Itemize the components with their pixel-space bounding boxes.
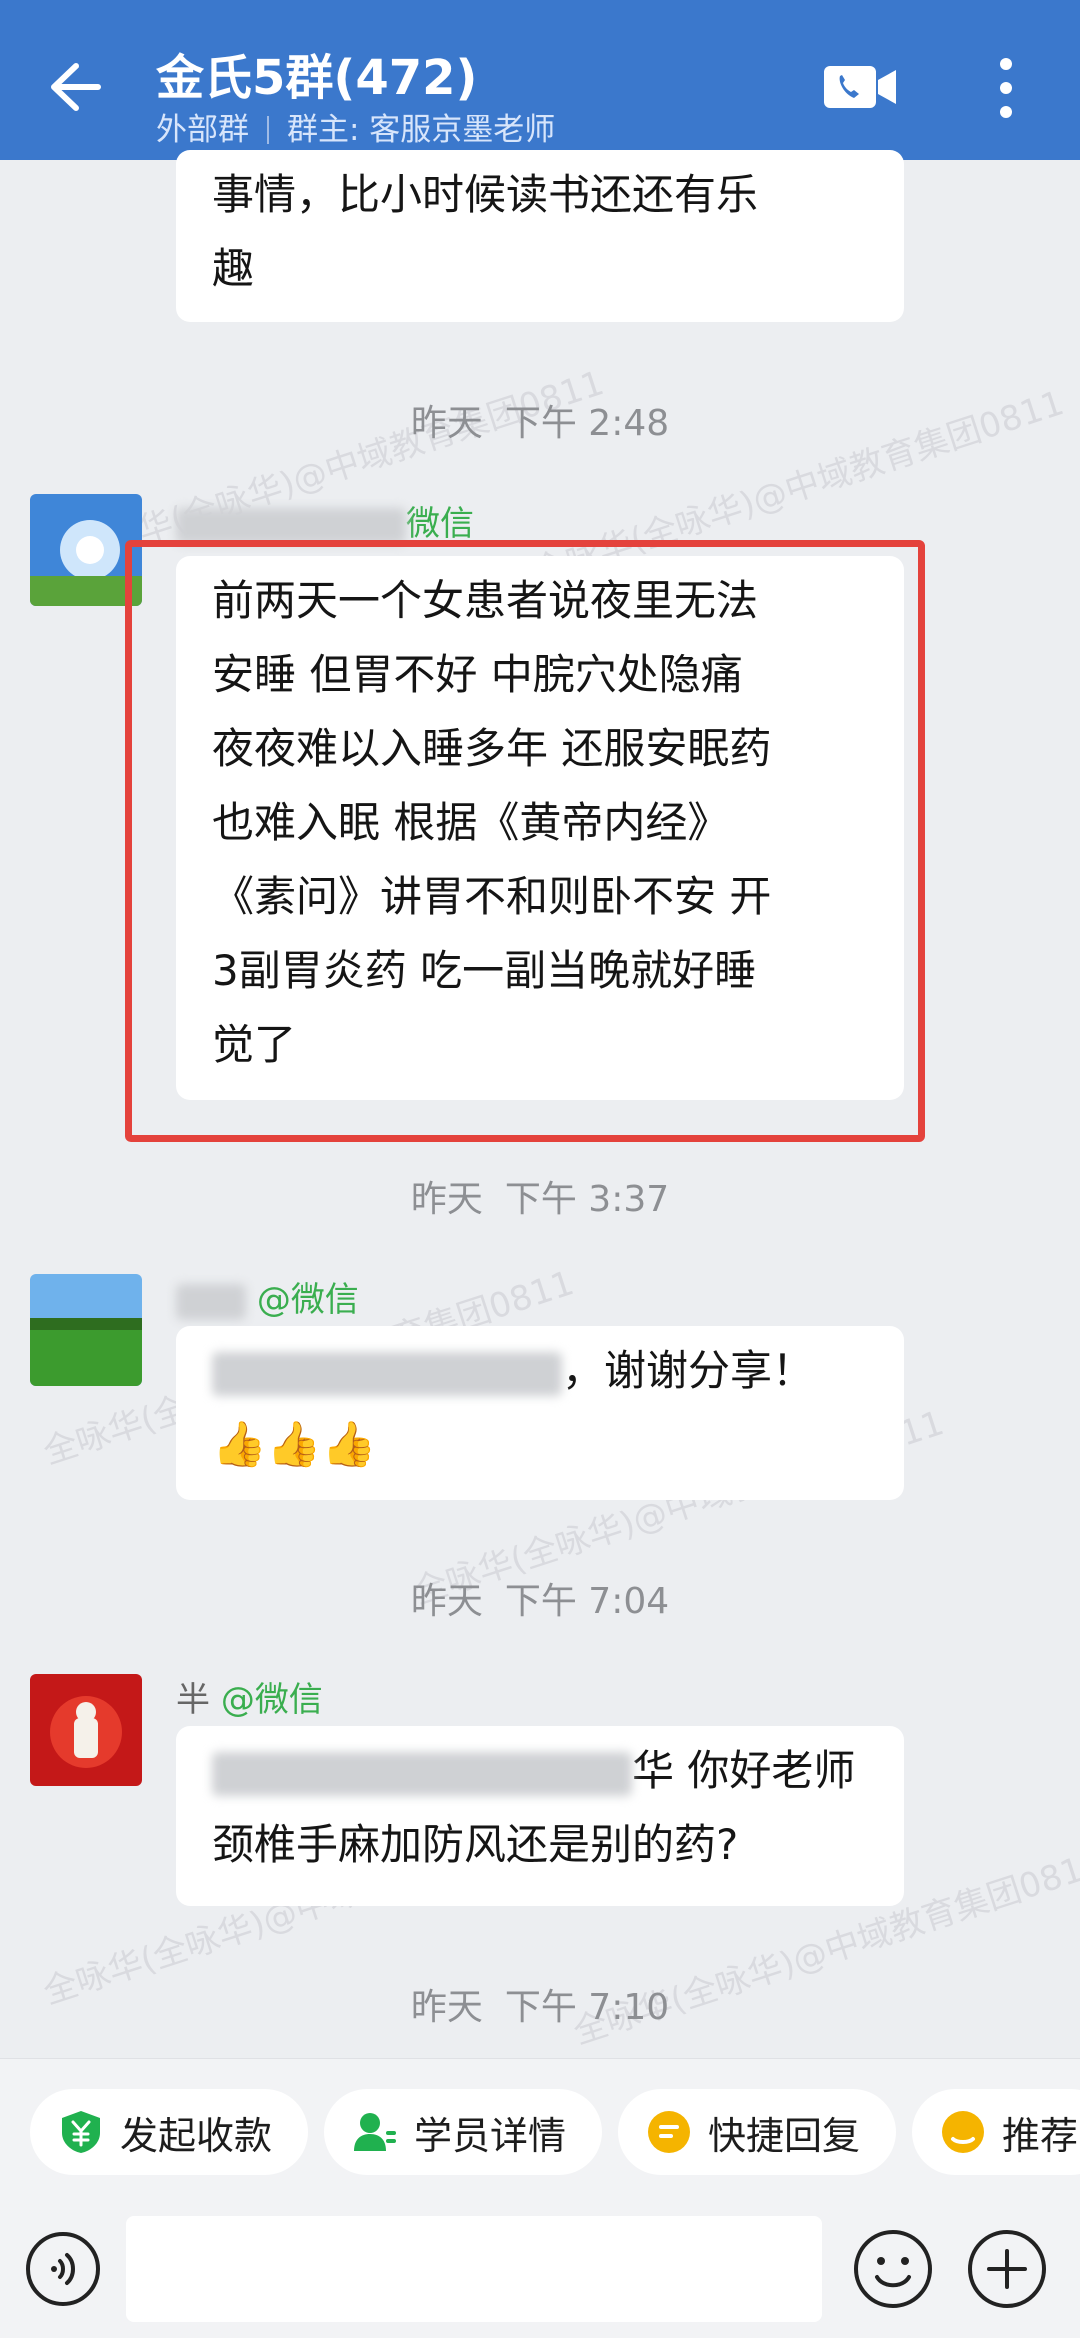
- group-type-label: 外部群: [156, 112, 249, 148]
- user-card-icon: [354, 2113, 396, 2151]
- redacted-name: [176, 1283, 246, 1320]
- message-text-line: 颈椎手麻加防风还是别的药?: [212, 1820, 739, 1869]
- chat-header: 金氏5群(472) 外部群 群主: 客服京墨老师: [0, 0, 1080, 160]
- recommend-button[interactable]: 推荐: [912, 2089, 1080, 2175]
- group-owner-label[interactable]: 群主: 客服京墨老师: [287, 112, 555, 148]
- sender-suffix: @微信: [256, 1280, 359, 1320]
- redacted-mention: [212, 1751, 632, 1796]
- quick-reply-icon: [648, 2111, 690, 2153]
- subtitle-divider: [267, 116, 269, 144]
- emoji-icon[interactable]: [852, 2228, 934, 2310]
- avatar-image: [30, 1274, 142, 1386]
- sender-suffix: @微信: [220, 1680, 323, 1720]
- message-text-line: 趣: [212, 244, 255, 293]
- message-bubble[interactable]: 华 你好老师 颈椎手麻加防风还是别的药?: [176, 1726, 904, 1906]
- more-options-icon[interactable]: [986, 56, 1026, 120]
- redacted-mention: [212, 1351, 562, 1396]
- message-timestamp: 昨天 下午 7:10: [410, 1987, 670, 2028]
- quick-action-bar: 发起收款 学员详情 快捷回复 推荐: [0, 2058, 1080, 2209]
- collect-payment-button[interactable]: 发起收款: [30, 2089, 309, 2175]
- message-bubble[interactable]: 事情，比小时候读书还还有乐 趣: [176, 150, 904, 322]
- back-arrow-icon[interactable]: [36, 52, 106, 122]
- chat-title: 金氏5群(472): [156, 50, 478, 106]
- add-attachment-icon[interactable]: [966, 2228, 1048, 2310]
- message-emoji: 👍👍👍: [212, 1419, 377, 1470]
- message-bubble[interactable]: ，谢谢分享！ 👍👍👍: [176, 1326, 904, 1500]
- sender-name: 微信: [176, 496, 474, 545]
- message-text-line: 事情，比小时候读书还还有乐: [212, 170, 759, 219]
- message-timestamp: 昨天 下午 3:37: [410, 1179, 670, 1220]
- video-call-icon[interactable]: [822, 62, 898, 112]
- chat-subtitle: 外部群 群主: 客服京墨老师: [156, 104, 555, 149]
- sender-suffix: 微信: [406, 504, 474, 544]
- message-text-line: 华 你好老师: [212, 1734, 868, 1808]
- sender-name: 半 @微信: [176, 1680, 323, 1720]
- avatar[interactable]: [30, 1274, 142, 1386]
- message-input[interactable]: [126, 2216, 822, 2322]
- voice-input-icon[interactable]: [24, 2230, 102, 2308]
- highlight-annotation-box: [125, 540, 925, 1142]
- sender-name: @微信: [176, 1272, 359, 1321]
- message-input-bar: [0, 2208, 1080, 2338]
- avatar-image: [30, 1674, 142, 1786]
- student-details-button[interactable]: 学员详情: [324, 2089, 603, 2175]
- quick-reply-button[interactable]: 快捷回复: [618, 2089, 897, 2175]
- yuan-shield-icon: [62, 2111, 100, 2153]
- redacted-name: [176, 507, 406, 544]
- avatar[interactable]: [30, 1674, 142, 1786]
- recommend-icon: [942, 2111, 984, 2153]
- message-timestamp: 昨天 下午 7:04: [410, 1581, 670, 1622]
- message-text-line: ，谢谢分享！: [212, 1334, 868, 1408]
- message-timestamp: 昨天 下午 2:48: [410, 403, 670, 444]
